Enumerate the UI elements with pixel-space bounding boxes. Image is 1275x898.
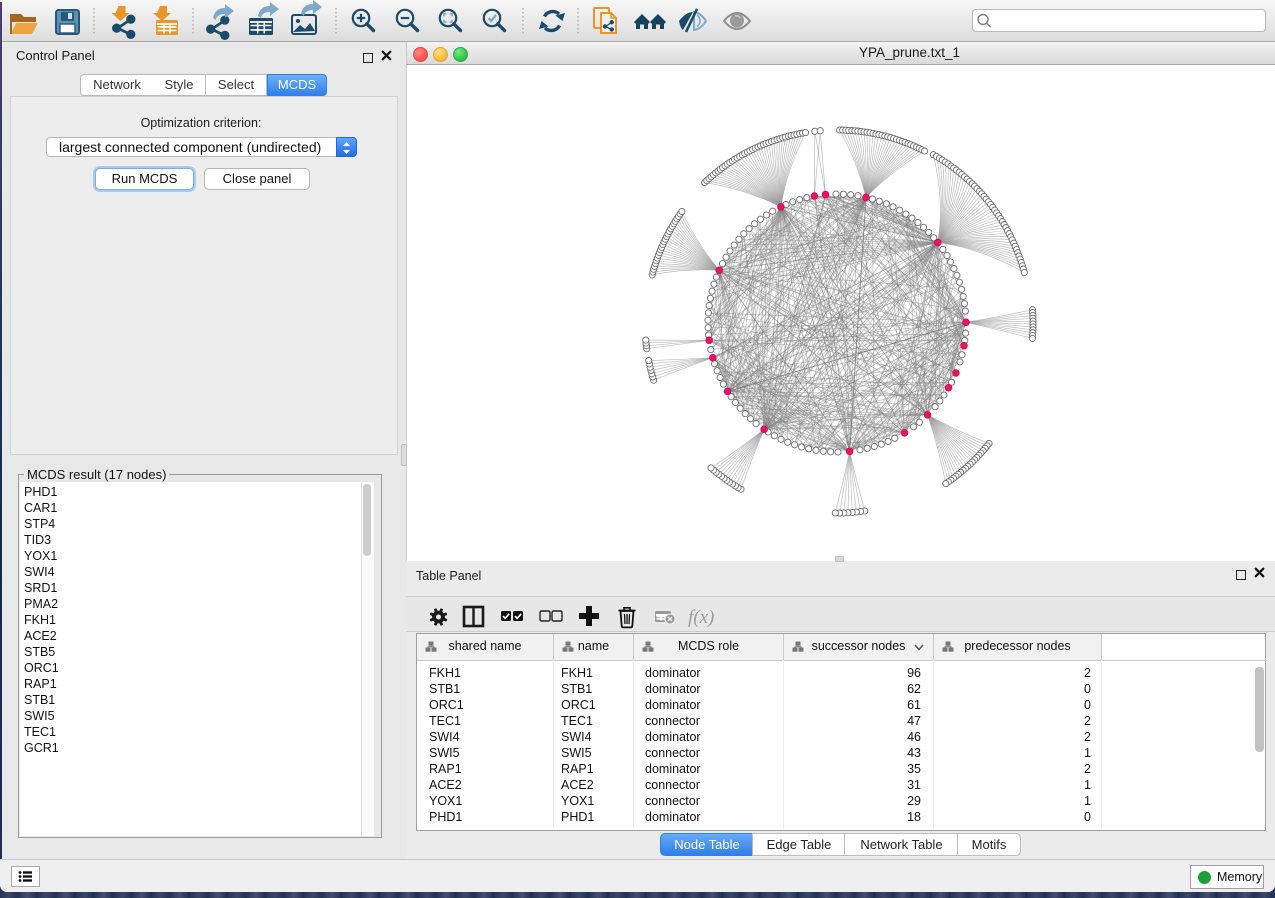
svg-text:f(x): f(x) bbox=[688, 607, 714, 628]
